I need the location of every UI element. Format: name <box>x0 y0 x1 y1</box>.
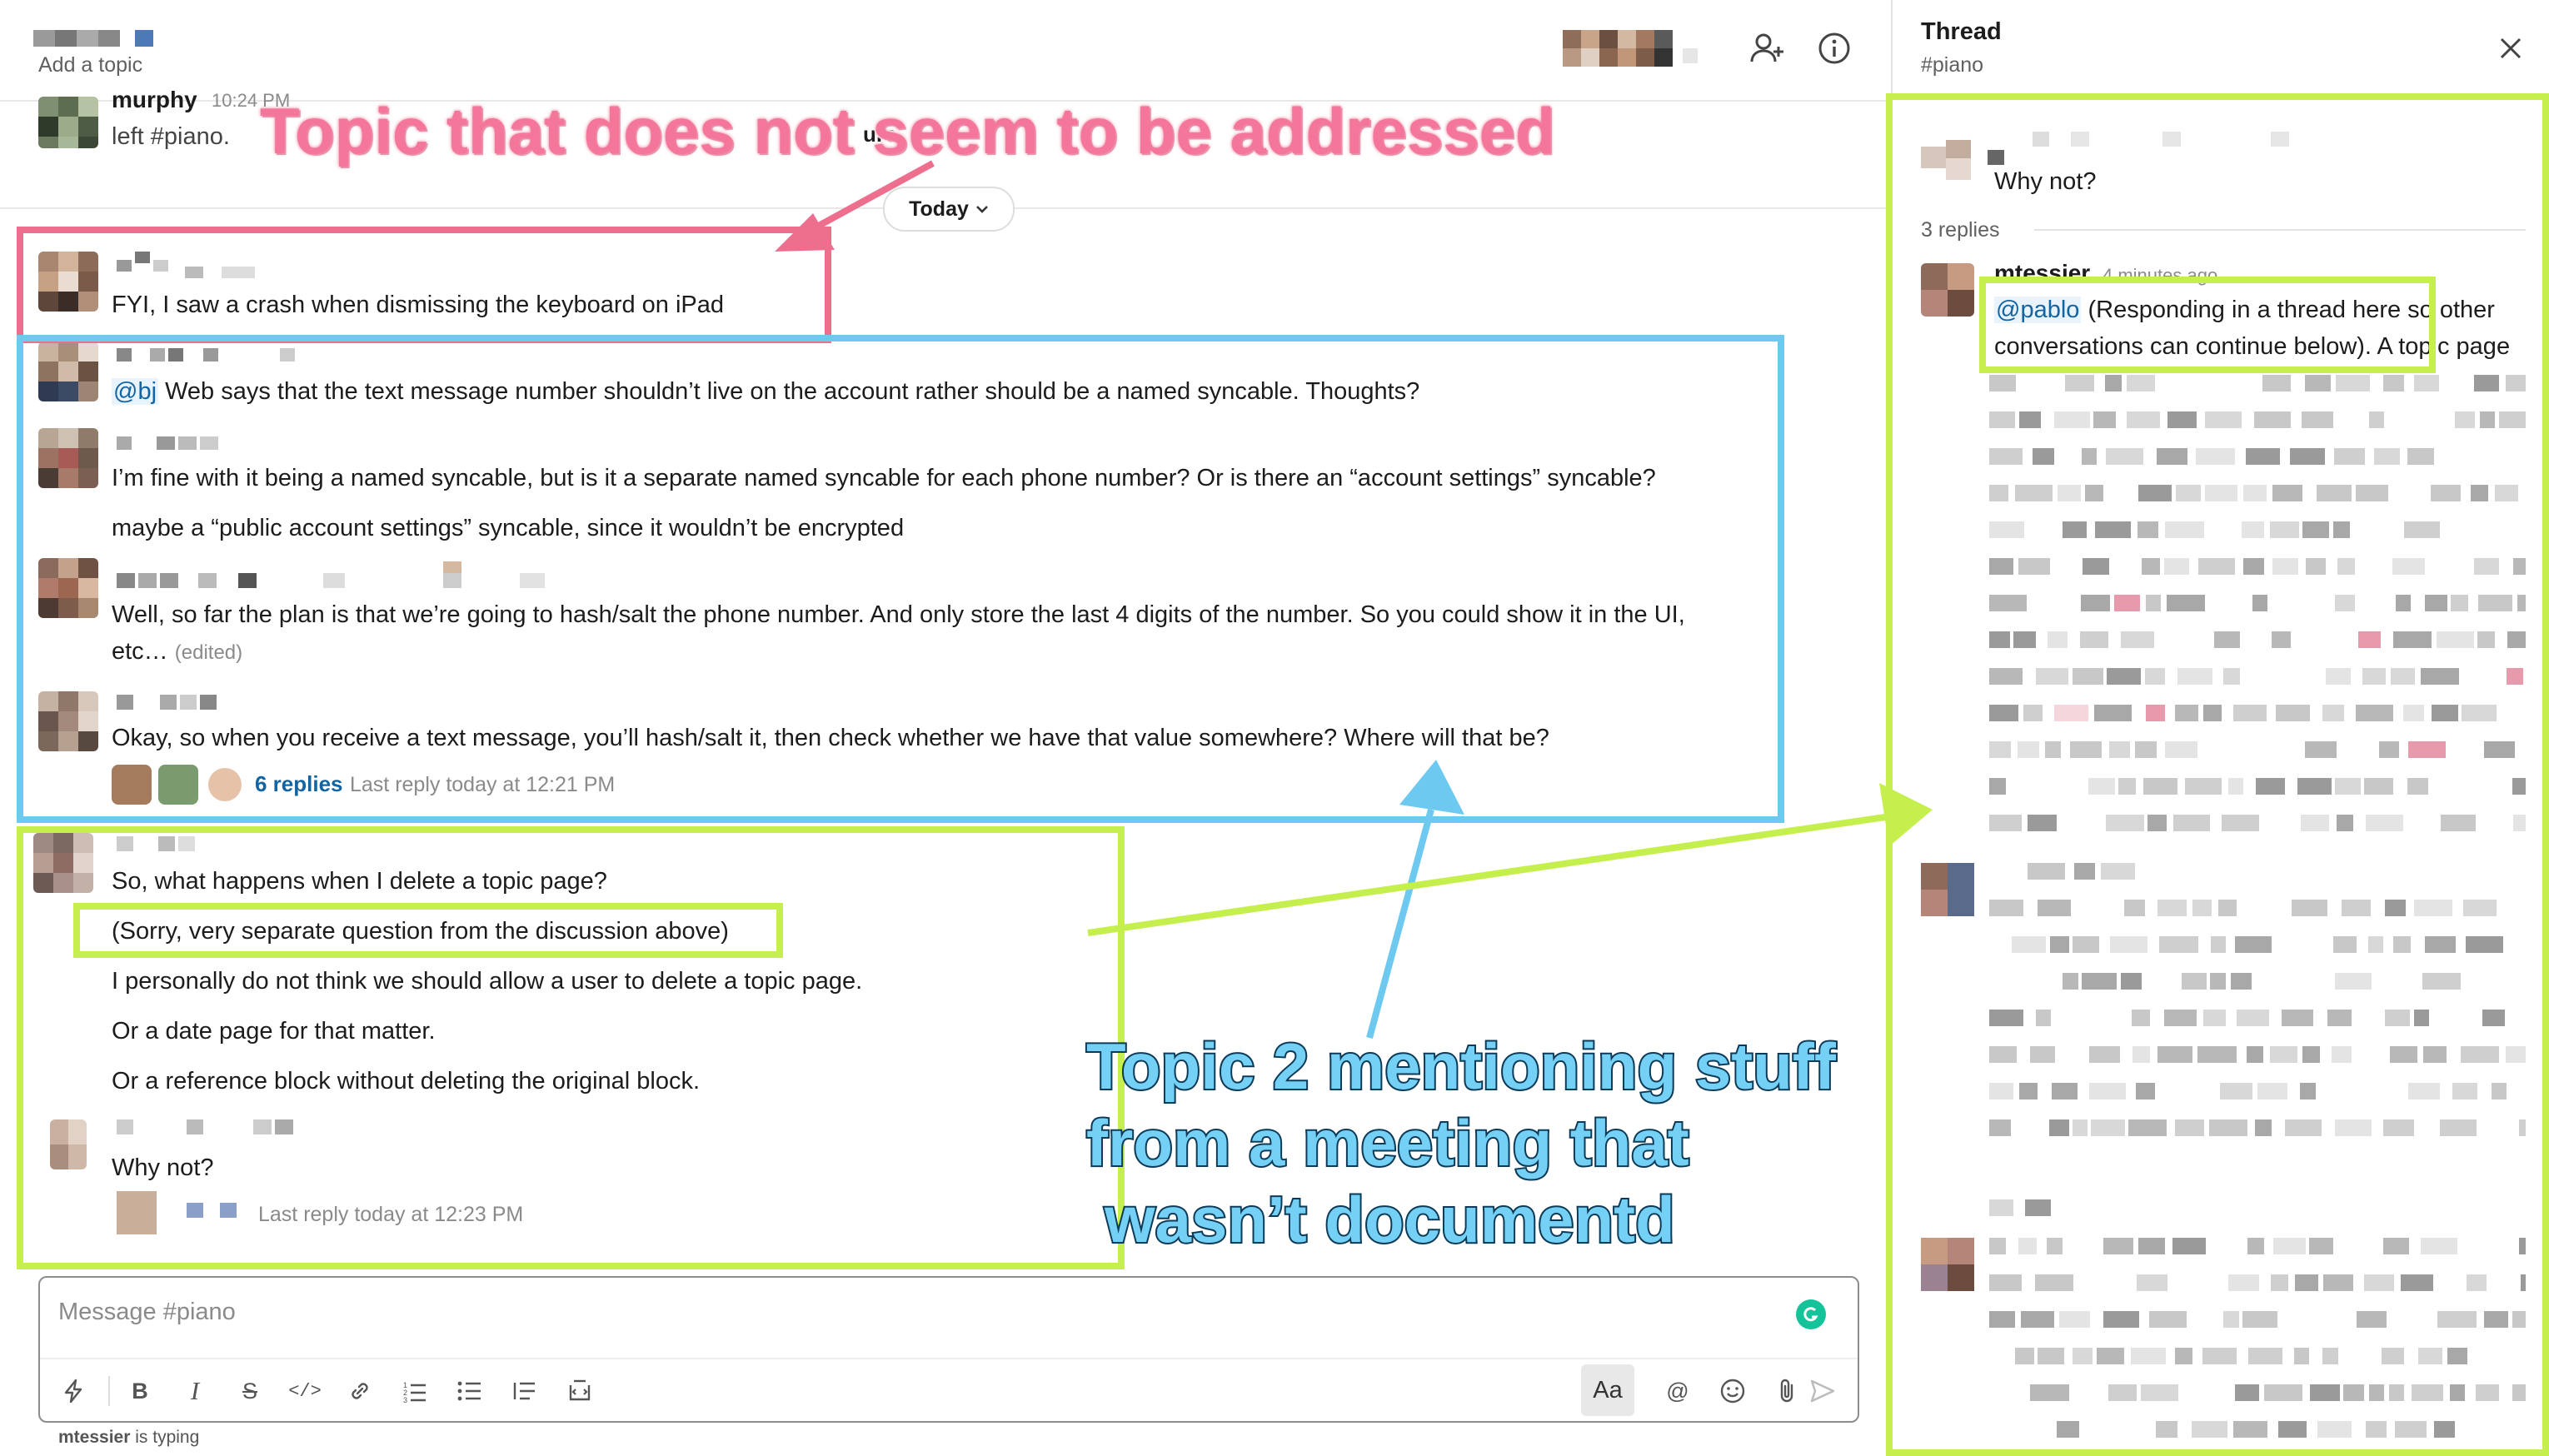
annotation-label-blue: from a meeting that <box>1085 1104 1691 1181</box>
annotation-arrow-green-head <box>1879 783 1933 846</box>
annotation-arrow-pink <box>806 160 935 235</box>
annotation-arrow-blue <box>1366 808 1434 1040</box>
annotation-label-blue: Topic 2 mentioning stuff <box>1085 1028 1838 1104</box>
annotation-label-blue: wasn’t documentd <box>1103 1181 1677 1258</box>
annotation-arrow-blue-head <box>1399 760 1464 815</box>
annotation-label-pink: Topic that does not seem to be addressed <box>258 92 1557 169</box>
annotation-arrow-green <box>1087 813 1892 936</box>
